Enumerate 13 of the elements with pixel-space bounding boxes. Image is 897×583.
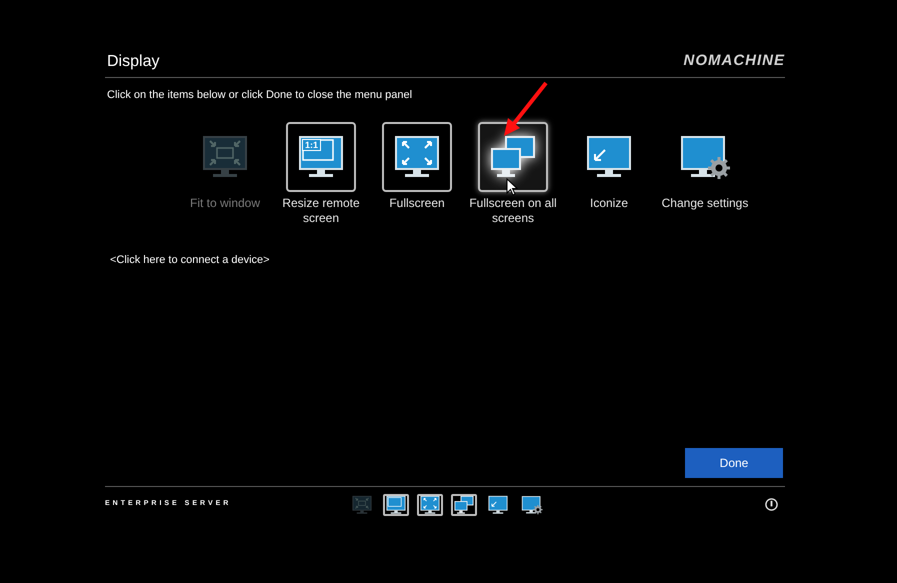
option-label: Resize remote screen [281, 196, 361, 226]
instruction-text: Click on the items below or click Done to close the menu panel [107, 88, 414, 103]
icon-text: 1:1 [302, 138, 322, 150]
display-option-button[interactable]: 1:1 [286, 122, 356, 192]
option-label: Change settings [662, 196, 748, 210]
option-label: Fullscreen on all screens [468, 196, 558, 226]
connect-device-link[interactable]: <Click here to connect a device> [110, 252, 270, 268]
logo: NOMACHINE [684, 51, 785, 72]
option-label: Fit to window [190, 196, 260, 210]
done-button[interactable]: Done [685, 448, 783, 478]
option-label: Iconize [590, 196, 628, 210]
option-label: Fullscreen [389, 196, 445, 210]
panel-title: Display [107, 52, 160, 72]
